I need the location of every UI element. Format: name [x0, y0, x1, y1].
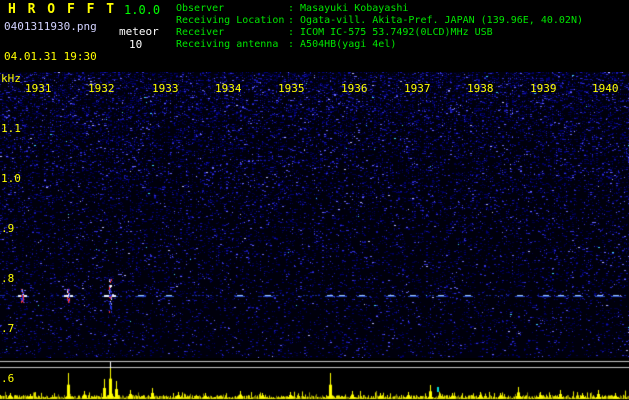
observer-value: Masayuki Kobayashi: [300, 3, 409, 14]
freq-tick-label: 1.1: [1, 122, 21, 135]
separator: :: [288, 27, 295, 38]
receiver-label: Receiver: [176, 27, 225, 38]
freq-tick-label: .6: [1, 372, 15, 385]
signal-level-meter-canvas: [0, 358, 629, 400]
mode-label: meteor: [119, 25, 159, 38]
info-row-observer: Observer: Masayuki Kobayashi: [176, 3, 583, 15]
separator: :: [288, 3, 295, 14]
hrofft-screen: H R O F F T 1.0.0 0401311930.png meteor …: [0, 0, 629, 400]
time-tick-label: 1932: [88, 82, 115, 95]
time-tick-label: 1934: [215, 82, 242, 95]
time-tick-label: 1940: [592, 82, 619, 95]
location-value: Ogata-vill. Akita-Pref. JAPAN (139.96E, …: [300, 15, 583, 26]
receiver-value: ICOM IC-575 53.7492(0LCD)MHz USB: [300, 27, 493, 38]
freq-tick-label: 1.0: [1, 172, 21, 185]
observer-label: Observer: [176, 3, 225, 14]
time-tick-label: 1936: [341, 82, 368, 95]
separator: :: [288, 15, 295, 26]
info-row-antenna: Receiving antenna: A504HB(yagi 4el): [176, 39, 583, 51]
location-label: Receiving Location: [176, 15, 285, 26]
station-info-block: Observer: Masayuki Kobayashi Receiving Lo…: [176, 3, 583, 51]
time-tick-label: 1933: [152, 82, 179, 95]
antenna-label: Receiving antenna: [176, 39, 279, 50]
info-row-receiver: Receiver: ICOM IC-575 53.7492(0LCD)MHz US…: [176, 27, 583, 39]
app-title: H R O F F T: [8, 2, 117, 17]
time-tick-label: 1939: [530, 82, 557, 95]
time-tick-label: 1935: [278, 82, 305, 95]
time-tick-label: 1938: [467, 82, 494, 95]
time-tick-label: 1931: [25, 82, 52, 95]
spectrogram-canvas: [0, 72, 629, 358]
time-tick-label: 1937: [404, 82, 431, 95]
separator: :: [288, 39, 295, 50]
info-row-location: Receiving Location: Ogata-vill. Akita-Pre…: [176, 15, 583, 27]
freq-tick-label: .8: [1, 272, 15, 285]
freq-axis-unit: kHz: [1, 72, 21, 85]
output-filename: 0401311930.png: [4, 20, 97, 33]
meteor-count: 10: [129, 38, 143, 51]
observation-datetime: 04.01.31 19:30: [4, 50, 97, 63]
freq-tick-label: .7: [1, 322, 15, 335]
freq-tick-label: .9: [1, 222, 15, 235]
app-version: 1.0.0: [124, 3, 161, 17]
antenna-value: A504HB(yagi 4el): [300, 39, 397, 50]
